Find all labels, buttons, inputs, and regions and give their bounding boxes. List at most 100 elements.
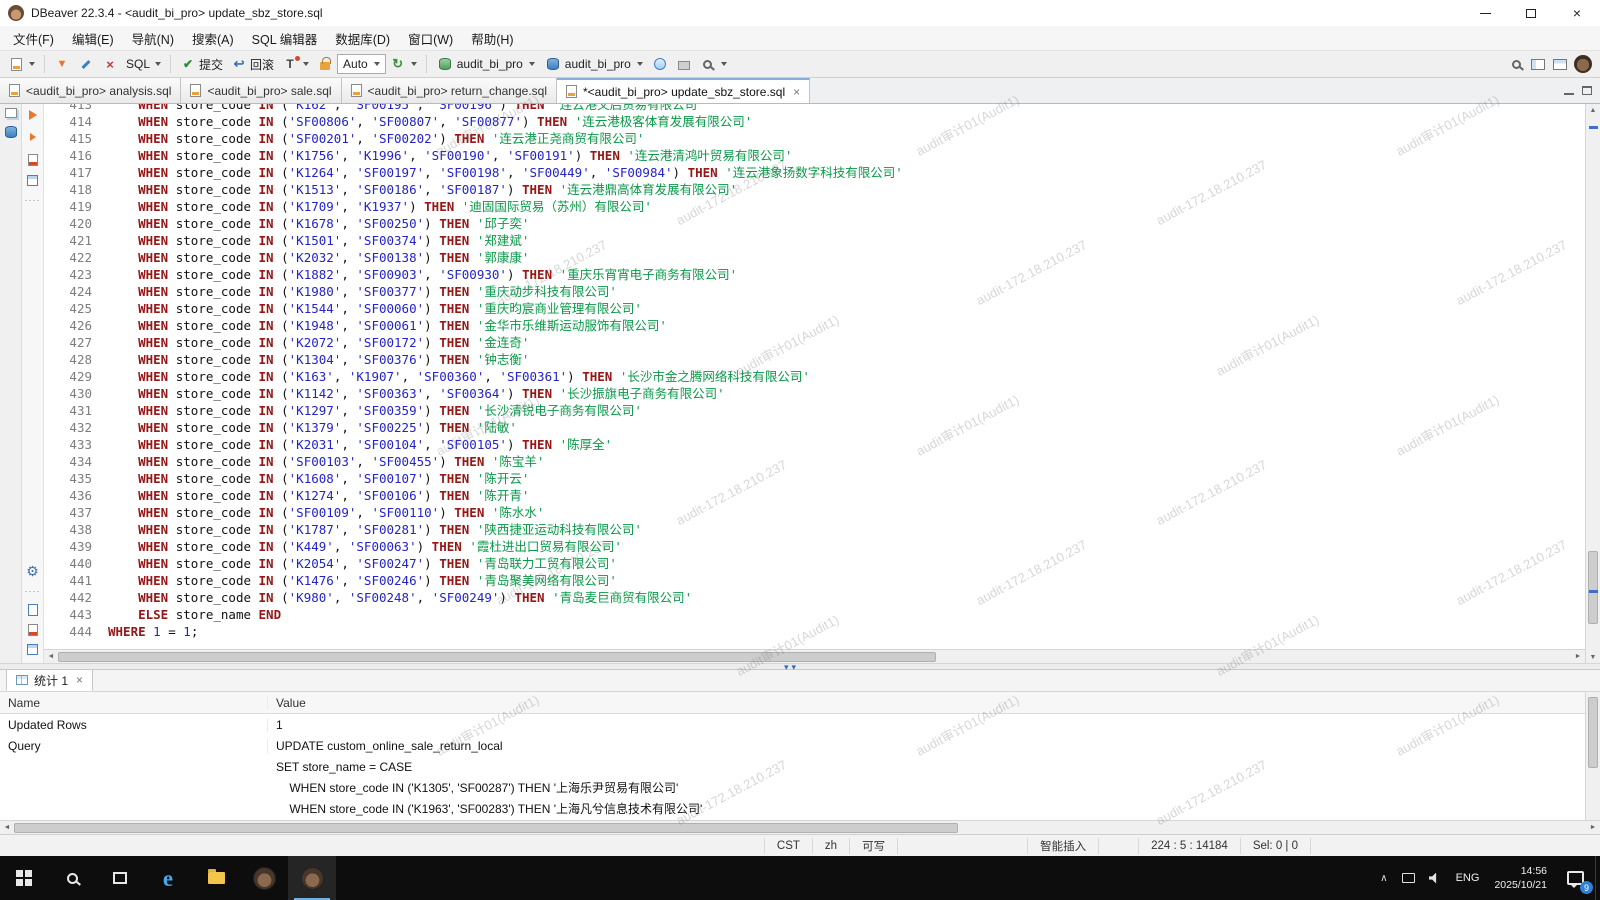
sql-menu-button[interactable]: SQL	[122, 55, 165, 73]
tab-close-icon[interactable]: ×	[791, 85, 800, 99]
dbeaver-taskbar-button-2[interactable]	[288, 856, 336, 900]
close-button[interactable]: ×	[1554, 0, 1600, 26]
menu-search[interactable]: 搜索(A)	[183, 27, 243, 50]
line-number-gutter: 4134144154164174184194204214224234244254…	[44, 104, 102, 649]
scroll-left-icon[interactable]	[0, 822, 14, 834]
tray-volume-button[interactable]	[1422, 856, 1449, 900]
sash-grip-icon[interactable]	[784, 662, 799, 673]
table-row[interactable]: SET store_name = CASE	[0, 756, 1585, 777]
menu-navigate[interactable]: 导航(N)	[123, 27, 183, 50]
language-label: ENG	[1456, 872, 1480, 884]
menu-database[interactable]: 数据库(D)	[326, 27, 399, 50]
minimize-button[interactable]	[1462, 0, 1508, 26]
menu-edit[interactable]: 编辑(E)	[63, 27, 123, 50]
results-vscroll-thumb[interactable]	[1588, 697, 1598, 767]
start-button[interactable]	[0, 856, 48, 900]
print-button[interactable]	[672, 54, 696, 74]
editor-tabbar: <audit_bi_pro> analysis.sql<audit_bi_pro…	[0, 78, 1600, 104]
database-navigator-icon[interactable]	[5, 126, 17, 138]
scroll-left-icon[interactable]	[44, 651, 58, 663]
tray-expand-button[interactable]: ∧	[1373, 856, 1394, 900]
editor-tab-3[interactable]: <audit_bi_pro> return_change.sql	[342, 78, 557, 103]
maximize-editor-icon[interactable]	[1582, 86, 1592, 95]
editor-results-sash[interactable]	[0, 663, 1600, 670]
maximize-button[interactable]	[1508, 0, 1554, 26]
more-actions-icon[interactable]: ····	[25, 195, 41, 205]
editor-tab-4[interactable]: *<audit_bi_pro> update_sbz_store.sql×	[557, 78, 810, 103]
dbeaver-icon	[253, 867, 276, 890]
action-center-button[interactable]: 9	[1555, 856, 1595, 900]
settings-gear-icon[interactable]: ⚙	[26, 564, 39, 578]
show-desktop-button[interactable]	[1595, 856, 1600, 900]
lock-icon	[320, 62, 330, 70]
status-selection: Sel: 0 | 0	[1240, 838, 1310, 854]
explain-plan-icon[interactable]	[27, 175, 38, 186]
table-row[interactable]: QueryUPDATE custom_online_sale_return_lo…	[0, 735, 1585, 756]
error-log-icon[interactable]	[28, 624, 38, 636]
tab-close-icon[interactable]: ×	[74, 673, 83, 687]
execute-script-icon[interactable]	[30, 133, 36, 141]
schema-select[interactable]: audit_bi_pro	[540, 53, 648, 75]
editor-tab-1[interactable]: <audit_bi_pro> analysis.sql	[0, 78, 181, 103]
chevron-down-icon	[29, 62, 35, 66]
results-hscroll-thumb[interactable]	[14, 823, 958, 833]
tray-device-button[interactable]	[1395, 856, 1422, 900]
layout-icon[interactable]	[1553, 59, 1567, 70]
sql-file-icon	[351, 84, 362, 97]
taskbar-search-button[interactable]	[48, 856, 96, 900]
edit-button[interactable]	[74, 54, 98, 74]
delete-button[interactable]: ×	[98, 54, 122, 74]
perspective-icon[interactable]	[1531, 59, 1545, 70]
vscroll-thumb[interactable]	[1588, 551, 1598, 624]
column-header-name[interactable]: Name	[0, 696, 268, 710]
taskbar-clock[interactable]: 14:56 2025/10/21	[1486, 864, 1555, 892]
sql-editor[interactable]: 4134144154164174184194204214224234244254…	[44, 104, 1585, 663]
editor-tab-2[interactable]: <audit_bi_pro> sale.sql	[181, 78, 341, 103]
new-sql-editor-button[interactable]	[4, 54, 39, 74]
quick-search-icon[interactable]	[1512, 60, 1521, 69]
commit-button[interactable]: ✔提交	[176, 54, 227, 75]
scroll-down-icon[interactable]	[1586, 651, 1600, 663]
table-row[interactable]: WHEN store_code IN ('K1305', 'SF00287') …	[0, 777, 1585, 798]
scroll-right-icon[interactable]	[1586, 822, 1600, 834]
menu-file[interactable]: 文件(F)	[4, 27, 63, 50]
code-area[interactable]: WHEN store_code IN ('K162', 'SF00195', '…	[102, 104, 1585, 649]
edge-browser-button[interactable]: e	[144, 856, 192, 900]
column-header-value[interactable]: Value	[268, 696, 1585, 710]
network-button[interactable]	[648, 54, 672, 74]
language-indicator[interactable]: ENG	[1449, 856, 1487, 900]
lock-button[interactable]	[313, 54, 337, 74]
scroll-right-icon[interactable]	[1571, 651, 1585, 663]
task-view-button[interactable]	[96, 856, 144, 900]
editor-horizontal-scrollbar[interactable]	[44, 649, 1585, 663]
chevron-down-icon	[529, 62, 535, 66]
table-row[interactable]: WHEN store_code IN ('K1963', 'SF00283') …	[0, 798, 1585, 819]
search-menu-button[interactable]	[696, 54, 731, 74]
fetch-data-button[interactable]: ▼	[50, 54, 74, 74]
minimize-editor-icon[interactable]	[1564, 87, 1574, 95]
result-grid-icon[interactable]	[27, 644, 38, 655]
transaction-mode-select[interactable]: Auto	[337, 54, 386, 74]
restore-panes-icon[interactable]	[5, 108, 17, 118]
rollback-button[interactable]: ↩回滚	[227, 54, 278, 75]
refresh-button[interactable]: ↻	[386, 54, 421, 74]
execute-new-tab-icon[interactable]	[28, 154, 38, 166]
table-row[interactable]: Updated Rows1	[0, 714, 1585, 735]
menu-help[interactable]: 帮助(H)	[462, 27, 522, 50]
scroll-up-icon[interactable]	[1586, 104, 1600, 116]
statistics-tab[interactable]: 统计 1 ×	[6, 669, 93, 691]
output-log-icon[interactable]	[28, 604, 38, 616]
results-vertical-scrollbar[interactable]	[1585, 692, 1600, 820]
editor-vertical-scrollbar[interactable]	[1585, 104, 1600, 663]
results-horizontal-scrollbar[interactable]	[0, 820, 1600, 834]
dbeaver-logo-icon[interactable]	[1574, 55, 1592, 73]
file-explorer-button[interactable]	[192, 856, 240, 900]
code-line: WHEN store_code IN ('K1379', 'SF00225') …	[108, 419, 1585, 436]
transaction-log-button[interactable]: T	[278, 54, 313, 74]
dbeaver-taskbar-button-1[interactable]	[240, 856, 288, 900]
execute-statement-icon[interactable]	[29, 110, 37, 120]
menu-sql-editor[interactable]: SQL 编辑器	[243, 27, 327, 50]
menu-window[interactable]: 窗口(W)	[399, 27, 462, 50]
connection-select[interactable]: audit_bi_pro	[432, 53, 540, 75]
hscroll-thumb[interactable]	[58, 652, 936, 662]
